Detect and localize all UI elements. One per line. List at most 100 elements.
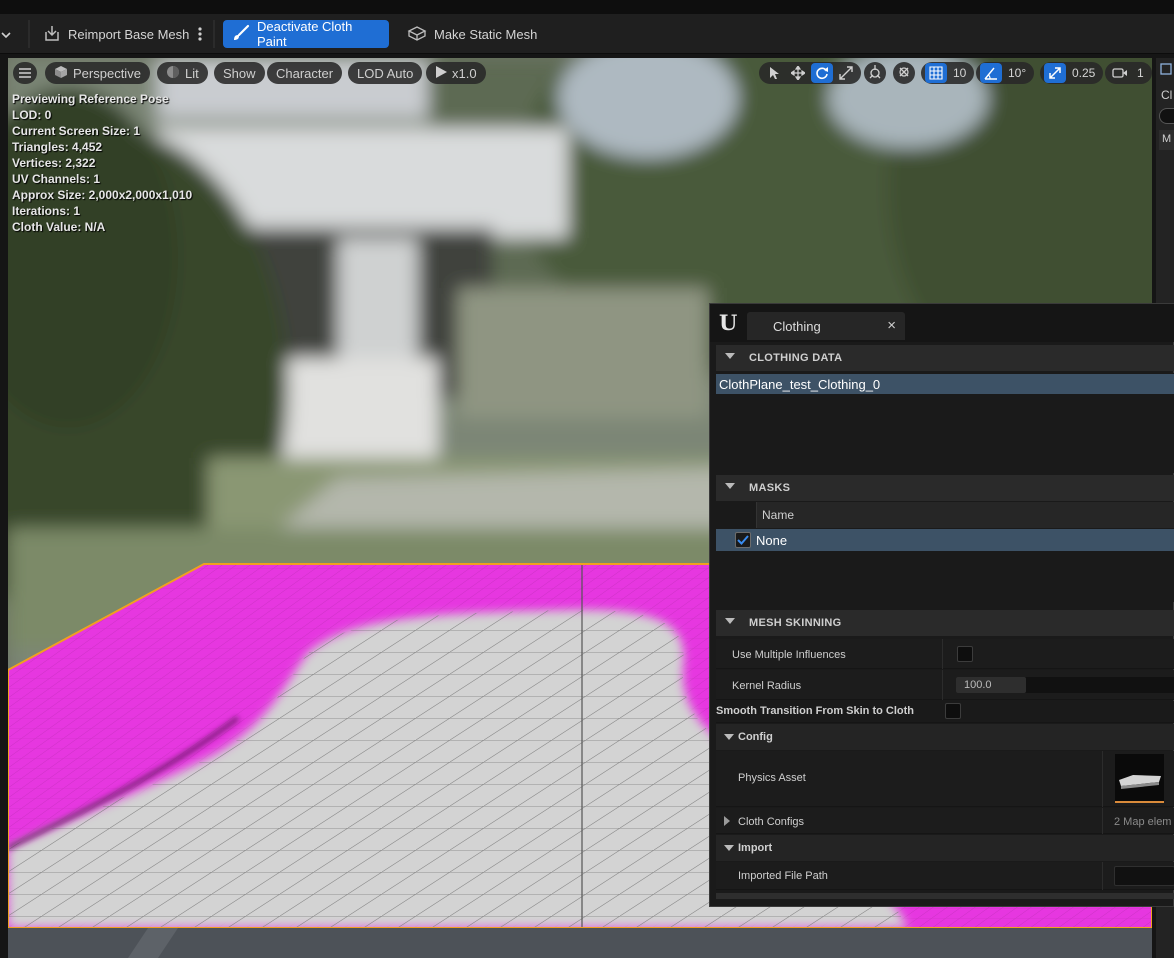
imported-file-path-field[interactable] xyxy=(1114,866,1174,886)
imported-file-path-label: Imported File Path xyxy=(738,870,828,882)
make-static-mesh-button[interactable]: Make Static Mesh xyxy=(398,20,545,48)
character-label: Character xyxy=(276,65,334,81)
show-button[interactable]: Show xyxy=(214,62,265,84)
cloth-configs-label: Cloth Configs xyxy=(738,816,805,828)
stat-line: LOD: 0 xyxy=(12,108,52,122)
viewport-stats: Previewing Reference Pose LOD: 0 Current… xyxy=(12,91,192,235)
stat-line: Current Screen Size: 1 xyxy=(12,124,141,138)
rotate-icon[interactable] xyxy=(811,63,833,83)
slab-preview-icon xyxy=(1119,775,1161,789)
expand-arrow-icon[interactable] xyxy=(724,816,730,826)
select-arrow-icon[interactable] xyxy=(763,63,785,83)
config-header[interactable]: Config xyxy=(716,724,1174,750)
edge-label: Cl xyxy=(1161,88,1173,102)
collapse-arrow-icon xyxy=(725,353,735,359)
rotation-snap-group: 10° xyxy=(976,62,1035,84)
stat-line: Previewing Reference Pose xyxy=(12,92,169,106)
imported-file-path-row: Imported File Path xyxy=(716,862,1174,890)
scale-icon[interactable] xyxy=(835,63,857,83)
stat-line: Vertices: 2,322 xyxy=(12,156,96,170)
deactivate-cloth-paint-button[interactable]: Deactivate Cloth Paint xyxy=(223,19,389,49)
close-icon[interactable]: × xyxy=(887,317,896,334)
character-button[interactable]: Character xyxy=(267,62,343,84)
physics-asset-thumbnail[interactable] xyxy=(1115,754,1164,803)
import-header[interactable]: Import xyxy=(716,835,1174,861)
scale-snap-icon[interactable] xyxy=(1044,63,1066,83)
scale-snap-value[interactable]: 0.25 xyxy=(1068,66,1099,80)
more-options-icon[interactable] xyxy=(195,26,205,47)
lod-label: LOD Auto xyxy=(357,65,414,81)
grid-snap-icon[interactable] xyxy=(925,63,947,83)
viewport-options-button[interactable] xyxy=(13,62,37,84)
clothing-data-list: ClothPlane_test_Clothing_0 xyxy=(716,373,1174,473)
masks-column-header[interactable]: Name xyxy=(756,502,1174,528)
lit-button[interactable]: Lit xyxy=(157,62,208,84)
smooth-transition-label: Smooth Transition From Skin to Cloth xyxy=(716,705,914,717)
clothing-data-item-label: ClothPlane_test_Clothing_0 xyxy=(719,377,881,392)
playback-speed-button[interactable]: x1.0 xyxy=(426,62,486,84)
list-item[interactable]: ClothPlane_test_Clothing_0 xyxy=(716,374,1174,394)
camera-icon[interactable] xyxy=(1109,63,1131,83)
panel-scrollbar[interactable] xyxy=(716,893,1174,899)
use-multiple-influences-checkbox[interactable] xyxy=(957,646,973,662)
physics-asset-row: Physics Asset xyxy=(716,751,1174,807)
stat-line: Cloth Value: N/A xyxy=(12,220,106,234)
edge-control[interactable]: M xyxy=(1159,130,1174,150)
stat-line: Approx Size: 2,000x2,000x1,010 xyxy=(12,188,193,202)
rotation-snap-value[interactable]: 10° xyxy=(1004,66,1030,80)
tab-clothing[interactable]: Clothing × xyxy=(747,312,905,340)
panel-tab-icon[interactable] xyxy=(1160,62,1172,80)
panel-tab-bar: U Clothing × xyxy=(710,304,1174,342)
toolbar-separator xyxy=(213,20,215,48)
smooth-transition-checkbox[interactable] xyxy=(945,703,961,719)
unreal-logo-icon: U xyxy=(716,309,742,340)
coordinate-space-icon xyxy=(868,64,882,82)
stat-line: Triangles: 4,452 xyxy=(12,140,103,154)
svg-text:U: U xyxy=(719,310,737,335)
perspective-label: Perspective xyxy=(73,65,141,81)
checkmark-icon xyxy=(737,535,749,545)
mask-name-label: None xyxy=(756,533,788,548)
masks-header[interactable]: MASKS xyxy=(716,475,1174,501)
kernel-radius-label: Kernel Radius xyxy=(732,680,802,692)
surface-snap-icon xyxy=(897,65,911,82)
speed-label: x1.0 xyxy=(452,65,477,81)
deactivate-label: Deactivate Cloth Paint xyxy=(257,19,353,49)
column-divider xyxy=(1102,862,1103,890)
column-divider xyxy=(1102,808,1103,834)
collapse-arrow-icon xyxy=(724,845,734,851)
perspective-button[interactable]: Perspective xyxy=(45,62,150,84)
camera-speed-group: 1 xyxy=(1105,62,1152,84)
smooth-transition-row: Smooth Transition From Skin to Cloth xyxy=(716,701,1174,723)
angle-snap-icon[interactable] xyxy=(980,63,1002,83)
reimport-label: Reimport Base Mesh xyxy=(68,26,190,42)
cloth-configs-row[interactable]: Cloth Configs 2 Map elem xyxy=(716,808,1174,834)
stat-line: Iterations: 1 xyxy=(12,204,81,218)
masks-title: MASKS xyxy=(749,482,791,494)
make-static-label: Make Static Mesh xyxy=(434,26,538,42)
reimport-icon xyxy=(42,24,62,45)
kernel-radius-field[interactable]: 100.0 xyxy=(956,677,1174,693)
chevron-down-icon[interactable] xyxy=(0,28,12,46)
toolbar-separator xyxy=(28,20,30,48)
grid-snap-value[interactable]: 10 xyxy=(949,66,970,80)
clothing-data-header[interactable]: CLOTHING DATA xyxy=(716,345,1174,371)
lod-button[interactable]: LOD Auto xyxy=(348,62,423,84)
list-item[interactable]: None xyxy=(716,529,1174,551)
column-divider xyxy=(942,670,943,700)
world-local-toggle[interactable] xyxy=(864,62,886,84)
reimport-base-mesh-button[interactable]: Reimport Base Mesh xyxy=(34,20,197,48)
play-icon xyxy=(435,65,447,81)
use-multiple-influences-label: Use Multiple Influences xyxy=(732,649,846,661)
surface-snap-toggle[interactable] xyxy=(893,62,915,84)
cloth-configs-value: 2 Map elem xyxy=(1114,816,1172,828)
import-title: Import xyxy=(738,842,773,854)
mask-enabled-checkbox[interactable] xyxy=(735,532,751,548)
search-field-edge[interactable] xyxy=(1159,108,1174,124)
camera-speed-value[interactable]: 1 xyxy=(1133,66,1148,80)
translate-icon[interactable] xyxy=(787,63,809,83)
mesh-skinning-title: MESH SKINNING xyxy=(749,617,842,629)
grid-snap-group: 10 xyxy=(921,62,975,84)
mesh-skinning-header[interactable]: MESH SKINNING xyxy=(716,610,1174,636)
collapse-arrow-icon xyxy=(725,483,735,489)
